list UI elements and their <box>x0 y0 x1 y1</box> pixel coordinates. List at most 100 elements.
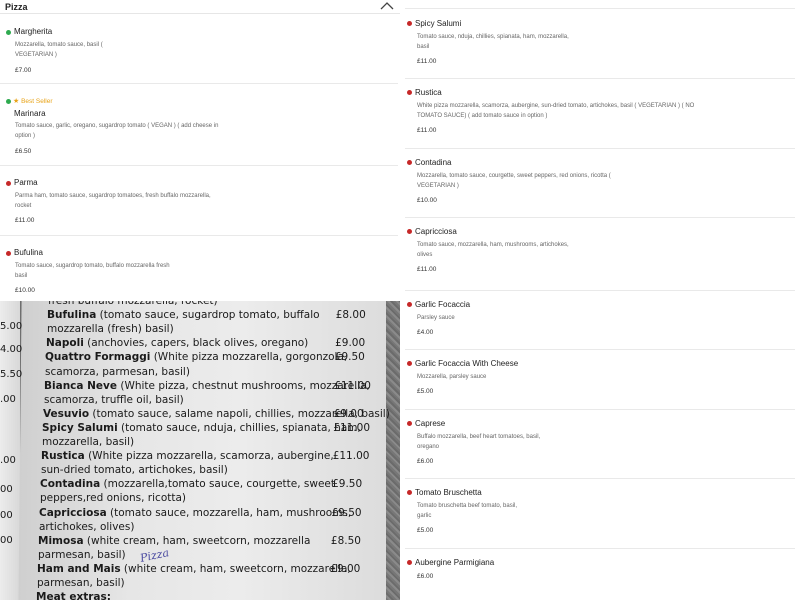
meat-indicator-icon <box>407 361 412 366</box>
menu-list-left: Pizza Margherita Mozzarella, tomato sauc… <box>0 0 400 301</box>
item-description-line: option ) <box>15 133 36 139</box>
item-price: £11.00 <box>15 217 35 224</box>
meat-indicator-icon <box>407 421 412 426</box>
printed-line-text: Spicy Salumi (tomato sauce, nduja, chill… <box>42 421 361 434</box>
printed-item-price: £9.00 <box>333 407 364 420</box>
item-description-line: Tomato sauce, sugardrop tomato, buffalo … <box>15 263 170 269</box>
item-price: £10.00 <box>417 197 437 204</box>
menu-item[interactable]: Tomato Bruschetta Tomato bruschetta beef … <box>405 479 795 549</box>
printed-item-description: mozzarella (fresh) basil) <box>47 323 174 336</box>
item-description: Mozzarella, parsley sauce <box>417 372 737 382</box>
printed-item-price: £11.00 <box>334 379 371 392</box>
menu-item[interactable]: Contadina Mozzarella, tomato sauce, courg… <box>405 149 795 218</box>
meat-indicator-icon <box>407 21 412 26</box>
printed-line-text: Bufulina (tomato sauce, sugardrop tomato… <box>47 310 320 321</box>
printed-line-text: parmesan, basil) <box>37 578 125 589</box>
item-price: £4.00 <box>417 329 434 336</box>
meat-indicator-icon <box>407 160 412 165</box>
printed-line-text: Quattro Formaggi (White pizza mozzarella… <box>45 352 347 363</box>
item-description: Tomato bruschetta beef tomato, basil, gar… <box>417 501 737 521</box>
printed-item-description: (tomato sauce, sugardrop tomato, buffalo <box>96 309 320 322</box>
meat-indicator-icon <box>407 229 412 234</box>
printed-item-price: £11.00 <box>333 421 371 434</box>
meat-indicator-icon <box>407 302 412 307</box>
stone-background <box>386 301 400 600</box>
item-description-line: Mozzarella, tomato sauce, basil ( <box>15 42 103 48</box>
printed-item-description: (white cream, ham, sweetcorn, mozzarella… <box>120 562 351 575</box>
printed-line-text: Contadina (mozzarella,tomato sauce, cour… <box>40 479 335 490</box>
menu-item[interactable]: Bufulina Tomato sauce, sugardrop tomato,… <box>0 236 398 301</box>
item-description-line: rocket <box>15 203 32 209</box>
cropped-price: 00 <box>0 484 13 495</box>
printed-item-description: (tomato sauce, nduja, chillies, spianata… <box>117 421 361 434</box>
item-description-line: oregano <box>417 444 440 450</box>
printed-item-name: Bufulina <box>47 309 97 322</box>
item-description-line: Tomato sauce, garlic, oregano, sugardrop… <box>15 123 219 129</box>
printed-item-description: mozzarella, basil) <box>42 436 135 448</box>
item-price: £11.00 <box>417 58 437 65</box>
item-description: Tomato sauce, mozzarella, ham, mushrooms… <box>417 240 737 260</box>
meat-indicator-icon <box>407 90 412 95</box>
item-description: Tomato sauce, nduja, chillies, spianata,… <box>417 32 737 52</box>
menu-item[interactable]: Margherita Mozzarella, tomato sauce, bas… <box>0 18 398 84</box>
divider <box>405 8 795 9</box>
meat-indicator-icon <box>407 560 412 565</box>
printed-line-text: scamorza, truffle oil, basil) <box>44 393 184 406</box>
printed-item-name: Ham and Mais <box>37 562 121 575</box>
menu-item[interactable]: Rustica White pizza mozzarella, scamorza,… <box>405 79 795 149</box>
item-name: Margherita <box>14 27 53 36</box>
menu-item[interactable]: Parma Parma ham, tomato sauce, sugardrop… <box>0 166 398 236</box>
item-description: Parsley sauce <box>417 313 737 323</box>
printed-item-description: sun-dried tomato, artichokes, basil) <box>41 464 228 477</box>
printed-item-description: scamorza, truffle oil, basil) <box>44 393 184 406</box>
printed-item-name: Spicy Salumi <box>42 421 118 434</box>
item-price: £5.00 <box>417 388 434 395</box>
printed-item-name: Mimosa <box>38 534 84 547</box>
printed-item-description: (White pizza mozzarella, gorgonzola, <box>150 351 348 364</box>
printed-item-description: peppers,red onions, ricotta) <box>40 492 187 505</box>
meat-indicator-icon <box>6 251 11 256</box>
badge-label: Best Seller <box>21 98 53 105</box>
meat-indicator-icon <box>6 181 11 186</box>
item-description-line: Tomato bruschetta beef tomato, basil, <box>417 503 518 509</box>
chevron-up-icon[interactable] <box>380 1 394 11</box>
item-description: White pizza mozzarella, scamorza, auberg… <box>417 101 737 121</box>
printed-line-text: mozzarella (fresh) basil) <box>47 324 174 335</box>
item-description-line: Mozzarella, parsley sauce <box>417 374 487 380</box>
cropped-price: .00 <box>0 394 16 405</box>
item-name: Aubergine Parmigiana <box>415 558 495 567</box>
menu-item[interactable]: Spicy Salumi Tomato sauce, nduja, chillie… <box>405 10 795 79</box>
menu-item[interactable]: Garlic Focaccia Parsley sauce £4.00 <box>405 291 795 350</box>
item-description-line: Mozzarella, tomato sauce, courgette, swe… <box>417 173 611 179</box>
cropped-price: .00 <box>0 455 16 466</box>
printed-item-price: £11.00 <box>332 450 370 463</box>
item-description-line: Tomato sauce, mozzarella, ham, mushrooms… <box>417 242 569 248</box>
item-name: Garlic Focaccia With Cheese <box>415 359 519 368</box>
printed-item-description: (white cream, ham, sweetcorn, mozzarella <box>83 534 311 547</box>
item-description-line: VEGETARIAN ) <box>417 183 459 189</box>
cropped-price: 00 <box>0 510 13 521</box>
printed-item-description: artichokes, olives) <box>39 520 135 533</box>
printed-item-description: (tomato sauce, mozzarella, ham, mushroom… <box>106 506 352 519</box>
menu-item[interactable]: Capricciosa Tomato sauce, mozzarella, ham… <box>405 218 795 291</box>
item-name: Contadina <box>415 158 452 167</box>
printed-item-price: £9.50 <box>331 506 362 519</box>
menu-item[interactable]: Aubergine Parmigiana £6.00 <box>405 549 795 600</box>
item-name: Bufulina <box>14 248 43 257</box>
item-description-line: Tomato sauce, nduja, chillies, spianata,… <box>417 34 569 40</box>
printed-item-name: Contadina <box>40 478 101 491</box>
menu-item[interactable]: ★ Best Seller Marinara Tomato sauce, gar… <box>0 84 398 166</box>
item-description-line: basil <box>15 273 28 279</box>
meat-indicator-icon <box>407 490 412 495</box>
cropped-price: 00 <box>0 535 13 546</box>
item-name: Tomato Bruschetta <box>415 488 482 497</box>
menu-item[interactable]: Garlic Focaccia With Cheese Mozzarella, p… <box>405 350 795 410</box>
item-description-line: Parsley sauce <box>417 315 455 321</box>
item-price: £10.00 <box>15 287 35 294</box>
menu-item[interactable]: Caprese Buffalo mozzarella, beef heart to… <box>405 410 795 479</box>
item-price: £7.00 <box>15 67 32 74</box>
printed-item-name: Vesuvio <box>43 407 90 420</box>
section-header[interactable]: Pizza <box>0 0 400 14</box>
printed-item-name: Capricciosa <box>39 506 107 519</box>
item-description-line: basil <box>417 44 430 50</box>
